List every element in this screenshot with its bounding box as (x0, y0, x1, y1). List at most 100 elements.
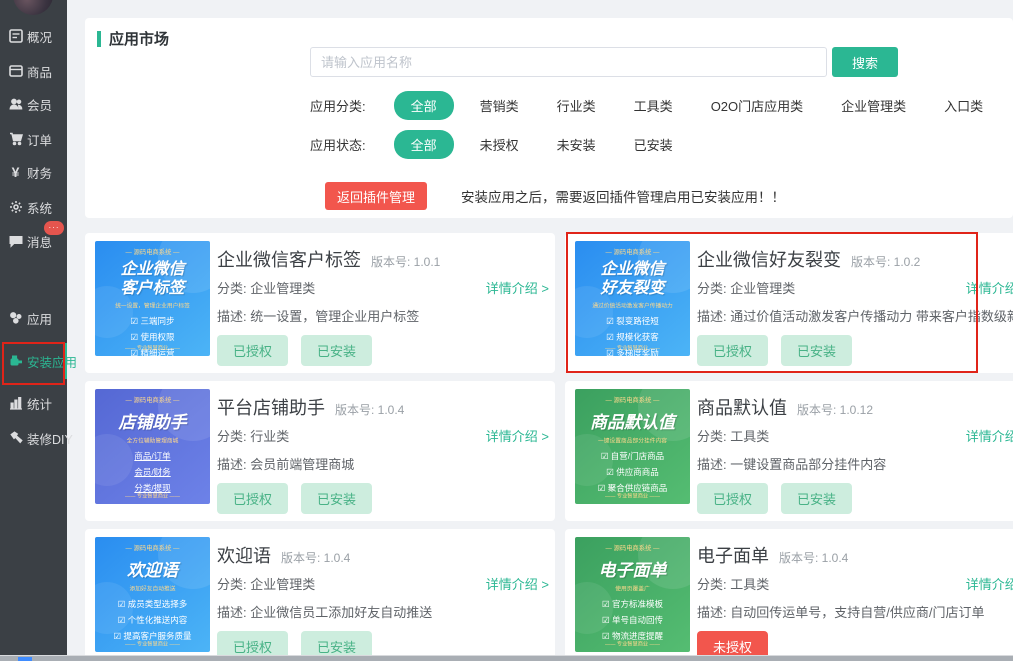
sidebar-item-members[interactable]: 会员 (0, 92, 67, 116)
sidebar-item-orders[interactable]: 订单 (0, 127, 67, 151)
app-title: 企业微信好友裂变 (697, 246, 841, 272)
tile-footer-text: —— 专业智慧商业 —— (587, 491, 679, 499)
overview-icon (8, 29, 23, 44)
category-option-entry[interactable]: 入口类 (932, 91, 995, 120)
status-option-all[interactable]: 全部 (394, 130, 454, 159)
card-title-row: 平台店铺助手 版本号: 1.0.4 (217, 394, 404, 420)
card-title-row: 商品默认值 版本号: 1.0.12 (697, 394, 873, 420)
yen-icon: ¥ (8, 165, 23, 180)
install-notice-text: 安装应用之后，需要返回插件管理启用已安装应用！！ (461, 186, 785, 206)
tile-title-text: 商品默认值 (575, 413, 690, 433)
sidebar-item-decorate-diy[interactable]: 装修DIY (0, 426, 67, 450)
tile-footer-text: —— 专业智慧商业 —— (587, 639, 679, 647)
authorized-badge: 已授权 (217, 483, 288, 514)
user-avatar[interactable] (13, 0, 53, 15)
app-card-grid: — 源码电商系统 — 企业微信 客户标签 统一设置，管理企业用户标签 ☑ 三端同… (85, 233, 1013, 661)
tile-brand-text: — 源码电商系统 — (581, 544, 685, 553)
detail-link[interactable]: 详情介绍 > (966, 574, 1013, 593)
category-option-o2o-store[interactable]: O2O门店应用类 (699, 91, 815, 120)
bar-chart-icon (8, 396, 23, 411)
status-filter-label: 应用状态: (310, 135, 366, 154)
sidebar: 概况 商品 会员 订单 ¥ 财务 系统 消息 ··· 应用 安装应用 统计 (0, 0, 67, 655)
detail-link[interactable]: 详情介绍 > (486, 574, 549, 593)
card-title-row: 电子面单 版本号: 1.0.4 (697, 542, 848, 568)
status-option-unauthorized[interactable]: 未授权 (468, 130, 531, 159)
detail-link[interactable]: 详情介绍 > (966, 278, 1013, 297)
tile-footer-text: —— 专业智慧商业 —— (587, 343, 679, 351)
page-title: 应用市场 (109, 28, 169, 49)
tile-subtitle-text: 使用页覆盖广 (585, 585, 679, 593)
page-title-row: 应用市场 (97, 28, 169, 49)
status-filter-row: 应用状态: 全部 未授权 未安装 已安装 (310, 130, 699, 159)
sidebar-item-goods[interactable]: 商品 (0, 59, 67, 83)
tile-subtitle-text: 全方位辅助管理商城 (105, 437, 199, 445)
category-option-marketing[interactable]: 营销类 (468, 91, 531, 120)
app-description: 描述: 会员前端管理商城 (217, 454, 354, 473)
tile-title-text: 电子面单 (575, 561, 690, 581)
category-option-industry[interactable]: 行业类 (545, 91, 608, 120)
category-option-enterprise[interactable]: 企业管理类 (829, 91, 918, 120)
install-plugin-icon (8, 354, 23, 369)
tile-brand-text: — 源码电商系统 — (101, 396, 205, 405)
detail-link[interactable]: 详情介绍 > (486, 426, 549, 445)
apps-icon (8, 311, 23, 326)
tile-subtitle-text: 通过价值活动激发客户传播动力 (585, 302, 679, 310)
app-cover-image: — 源码电商系统 — 企业微信 客户标签 统一设置，管理企业用户标签 ☑ 三端同… (95, 241, 210, 356)
sidebar-item-messages[interactable]: 消息 ··· (0, 229, 67, 253)
sidebar-item-label: 概况 (27, 27, 52, 46)
tile-title-text: 欢迎语 (95, 561, 210, 581)
card-title-row: 企业微信客户标签 版本号: 1.0.1 (217, 246, 440, 272)
app-search-input[interactable] (310, 47, 827, 77)
sidebar-item-installed-apps[interactable]: 安装应用 (0, 349, 67, 373)
app-cover-image: — 源码电商系统 — 企业微信 好友裂变 通过价值活动激发客户传播动力 ☑ 裂变… (575, 241, 690, 356)
badge-row: 已授权 已安装 (217, 335, 372, 366)
status-option-not-installed[interactable]: 未安装 (545, 130, 608, 159)
sidebar-item-stats[interactable]: 统计 (0, 391, 67, 415)
app-description: 描述: 一键设置商品部分挂件内容 (697, 454, 886, 473)
tile-brand-text: — 源码电商系统 — (581, 248, 685, 257)
app-version: 版本号: 1.0.4 (779, 549, 848, 566)
category-option-tools[interactable]: 工具类 (622, 91, 685, 120)
sidebar-item-finance[interactable]: ¥ 财务 (0, 160, 67, 184)
tile-bullet-list: ☑ 自营/门店商品 ☑ 供应商商品 ☑ 聚合供应链商品 (575, 449, 690, 496)
back-to-plugin-manager-button[interactable]: 返回插件管理 (325, 182, 427, 210)
sidebar-item-overview[interactable]: 概况 (0, 24, 67, 48)
app-title: 欢迎语 (217, 542, 271, 568)
sidebar-item-system[interactable]: 系统 (0, 195, 67, 219)
search-row: 搜索 (310, 47, 898, 77)
app-description: 描述: 通过价值活动激发客户传播动力 带来客户指数级新增 (697, 306, 1013, 325)
tile-title-text: 企业微信 客户标签 (95, 260, 210, 298)
installed-badge: 已安装 (301, 335, 372, 366)
status-option-installed[interactable]: 已安装 (622, 130, 685, 159)
sidebar-item-label: 订单 (27, 130, 52, 149)
tile-footer-text: —— 专业智慧商业 —— (107, 639, 199, 647)
tile-bullet-list: 商品/订单 会员/财务 分类/提现 (95, 449, 210, 496)
detail-link[interactable]: 详情介绍 > (966, 426, 1013, 445)
app-card-wecom-friend-fission: — 源码电商系统 — 企业微信 好友裂变 通过价值活动激发客户传播动力 ☑ 裂变… (565, 233, 1013, 373)
tile-subtitle-text: 统一设置，管理企业用户标签 (105, 302, 199, 310)
badge-row: 已授权 已安装 (217, 483, 372, 514)
installed-badge: 已安装 (781, 335, 852, 366)
tile-footer-text: —— 专业智慧商业 —— (107, 343, 199, 351)
sidebar-item-apps[interactable]: 应用 (0, 306, 67, 330)
app-description: 描述: 统一设置，管理企业用户标签 (217, 306, 419, 325)
sidebar-item-label: 装修DIY (27, 429, 73, 448)
sidebar-item-label: 安装应用 (27, 352, 77, 371)
app-cover-image: — 源码电商系统 — 店铺助手 全方位辅助管理商城 商品/订单 会员/财务 分类… (95, 389, 210, 504)
message-count-badge: ··· (44, 221, 64, 235)
sidebar-item-label: 商品 (27, 62, 52, 81)
authorized-badge: 已授权 (217, 335, 288, 366)
app-category: 分类: 工具类 (697, 574, 769, 593)
detail-link[interactable]: 详情介绍 > (486, 278, 549, 297)
sidebar-item-label: 会员 (27, 95, 52, 114)
app-title: 商品默认值 (697, 394, 787, 420)
authorized-badge: 已授权 (697, 335, 768, 366)
category-filter-row: 应用分类: 全部 营销类 行业类 工具类 O2O门店应用类 企业管理类 入口类 (310, 91, 1009, 120)
badge-row: 已授权 已安装 (697, 483, 852, 514)
app-category: 分类: 企业管理类 (217, 574, 315, 593)
category-option-all[interactable]: 全部 (394, 91, 454, 120)
search-button[interactable]: 搜索 (832, 47, 898, 77)
main-content: 应用市场 搜索 应用分类: 全部 营销类 行业类 工具类 O2O门店应用类 企业… (67, 0, 1013, 655)
sidebar-item-label: 财务 (27, 163, 52, 182)
app-title: 平台店铺助手 (217, 394, 325, 420)
